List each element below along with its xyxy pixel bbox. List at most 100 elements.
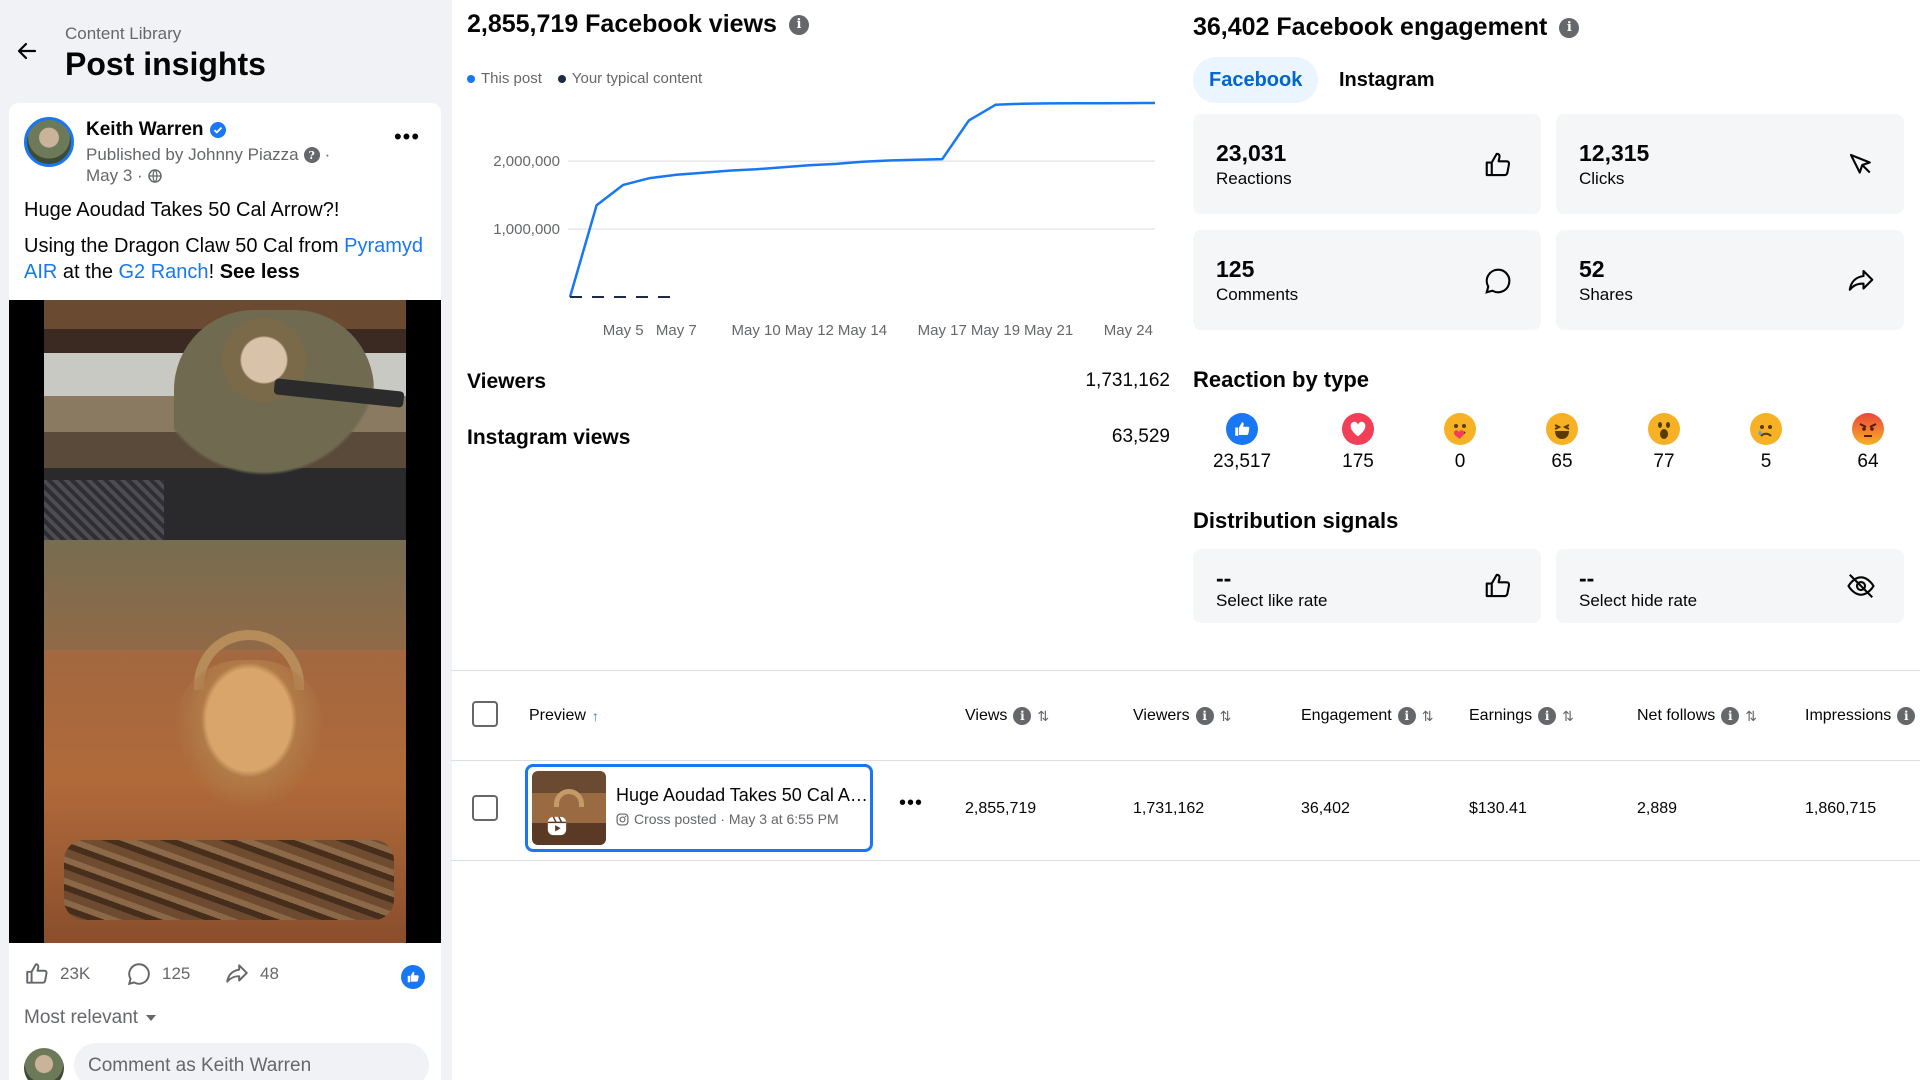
info-icon[interactable]: i [1195, 707, 1214, 725]
deadwood-figure [64, 840, 394, 920]
comment-sort-label: Most relevant [24, 1007, 139, 1028]
love-icon [1342, 413, 1374, 445]
speaker-muted-icon [405, 1011, 425, 1027]
hide-rate-card[interactable]: -- Select hide rate [1556, 549, 1904, 623]
mute-button[interactable] [402, 1006, 428, 1032]
row-more-options-icon[interactable]: ••• [899, 792, 923, 815]
views-title: 2,855,719 Facebook views [467, 10, 777, 38]
viewers-row: Viewers 1,731,162 [467, 370, 1170, 394]
legend-typical: Your typical content [557, 70, 703, 87]
info-icon[interactable]: i [1897, 707, 1916, 725]
instagram-icon [616, 812, 629, 826]
post-desc-text-2: at the [57, 261, 119, 283]
cursor-click-icon [1849, 153, 1871, 174]
sort-icon[interactable]: ⇅ [1745, 708, 1757, 725]
clicks-count: 12,315 [1579, 140, 1650, 166]
reaction-angry: 64 [1828, 413, 1908, 473]
column-header-earnings[interactable]: Earnings i ⇅ [1469, 707, 1574, 725]
column-header-engagement[interactable]: Engagement i ⇅ [1301, 707, 1433, 725]
shares-count: 52 [1579, 256, 1605, 282]
post-preview-subtitle: Cross posted · May 3 at 6:55 PM [634, 811, 839, 827]
help-icon[interactable]: ? [303, 147, 320, 163]
info-icon[interactable]: i [1397, 707, 1416, 725]
post-date[interactable]: May 3 · [86, 166, 143, 186]
g2-ranch-link[interactable]: G2 Ranch [119, 261, 209, 283]
avatar[interactable] [24, 117, 74, 167]
post-desc-text-1: Using the Dragon Claw 50 Cal from [24, 235, 345, 257]
post-preview-card[interactable]: Huge Aoudad Takes 50 Cal Arrow?! Cross p… [525, 764, 873, 852]
comment-action[interactable]: 125 [126, 961, 190, 987]
reaction-count: 175 [1342, 451, 1374, 472]
engagement-title: 36,402 Facebook engagement [1193, 13, 1548, 41]
legend-typical-label: Your typical content [571, 70, 703, 87]
like-action[interactable]: 23K [24, 961, 90, 987]
views-line-chart: 1,000,000 2,000,000 May 5 May 7 May 10 May 12… [493, 101, 1156, 339]
author-name[interactable]: Keith Warren [86, 119, 204, 141]
comments-card[interactable]: 125 Comments [1193, 230, 1541, 330]
row-checkbox[interactable] [472, 795, 498, 821]
cell-views: 2,855,719 [965, 800, 1037, 817]
sad-icon [1750, 413, 1782, 445]
like-rate-label: Select like rate [1216, 591, 1328, 610]
post-thumbnail [532, 771, 606, 845]
comment-input[interactable]: Comment as Keith Warren [74, 1043, 429, 1080]
post-desc-text-3: ! [208, 261, 220, 283]
eye-off-icon [1847, 573, 1875, 599]
column-header-impressions[interactable]: Impressions i [1805, 707, 1916, 725]
viewers-value: 1,731,162 [1085, 370, 1170, 391]
info-icon[interactable]: i [1013, 707, 1032, 725]
sort-icon[interactable]: ⇅ [1037, 708, 1049, 725]
aoudad-figure [174, 660, 324, 810]
hunter-figure [174, 310, 374, 510]
content-table: Preview ↑ Views i ⇅ Viewers i ⇅ Engageme… [451, 670, 1920, 861]
select-all-checkbox[interactable] [472, 701, 498, 727]
thumbs-up-filled-icon [407, 971, 419, 983]
sort-icon[interactable]: ⇅ [1422, 708, 1434, 725]
sort-icon[interactable]: ⇅ [1562, 708, 1574, 725]
clicks-card[interactable]: 12,315 Clicks [1556, 114, 1904, 214]
tab-instagram[interactable]: Instagram [1325, 57, 1449, 103]
info-icon[interactable]: i [788, 14, 809, 35]
breadcrumb[interactable]: Content Library [65, 24, 181, 44]
video-player[interactable] [9, 300, 441, 943]
see-less-link[interactable]: See less [220, 261, 300, 283]
column-header-net-follows[interactable]: Net follows i ⇅ [1637, 707, 1757, 725]
reaction-count: 5 [1760, 451, 1772, 472]
page-title: Post insights [65, 46, 266, 82]
more-options-icon[interactable]: ••• [387, 121, 427, 153]
comment-sort-dropdown[interactable]: Most relevant [24, 1007, 157, 1029]
globe-icon [147, 169, 162, 183]
hide-rate-value: -- [1579, 565, 1595, 591]
published-by: Published by Johnny Piazza [86, 145, 299, 164]
like-reaction-badge[interactable] [401, 965, 425, 989]
reactions-count: 23,031 [1216, 140, 1287, 166]
back-button[interactable] [12, 36, 42, 66]
column-header-views[interactable]: Views i ⇅ [965, 707, 1049, 725]
reaction-count: 23,517 [1212, 451, 1272, 472]
shares-label: Shares [1579, 285, 1633, 304]
arrow-left-icon [17, 42, 37, 60]
views-title-row: 2,855,719 Facebook views i [467, 10, 809, 39]
cell-viewers: 1,731,162 [1133, 800, 1205, 817]
reaction-count: 64 [1857, 451, 1879, 472]
column-header-preview[interactable]: Preview ↑ [529, 707, 599, 725]
caret-down-icon [146, 1015, 157, 1021]
share-arrow-icon [1848, 269, 1874, 291]
share-action[interactable]: 48 [224, 961, 279, 987]
x-tick-label: May 5 [603, 322, 644, 339]
sort-icon[interactable]: ⇅ [1220, 708, 1232, 725]
reaction-love: 175 [1318, 413, 1398, 473]
shares-card[interactable]: 52 Shares [1556, 230, 1904, 330]
column-header-viewers[interactable]: Viewers i ⇅ [1133, 707, 1231, 725]
tab-facebook[interactable]: Facebook [1193, 57, 1319, 103]
info-icon[interactable]: i [1538, 707, 1557, 725]
instagram-views-label: Instagram views [467, 426, 631, 449]
info-icon[interactable]: i [1721, 707, 1740, 725]
info-icon[interactable]: i [1559, 17, 1580, 38]
viewers-label: Viewers [467, 370, 547, 393]
like-rate-card[interactable]: -- Select like rate [1193, 549, 1541, 623]
reactions-card[interactable]: 23,031 Reactions [1193, 114, 1541, 214]
sort-ascending-icon[interactable]: ↑ [592, 708, 599, 724]
chart-legend: This post Your typical content [467, 70, 702, 87]
cell-net-follows: 2,889 [1637, 800, 1678, 817]
